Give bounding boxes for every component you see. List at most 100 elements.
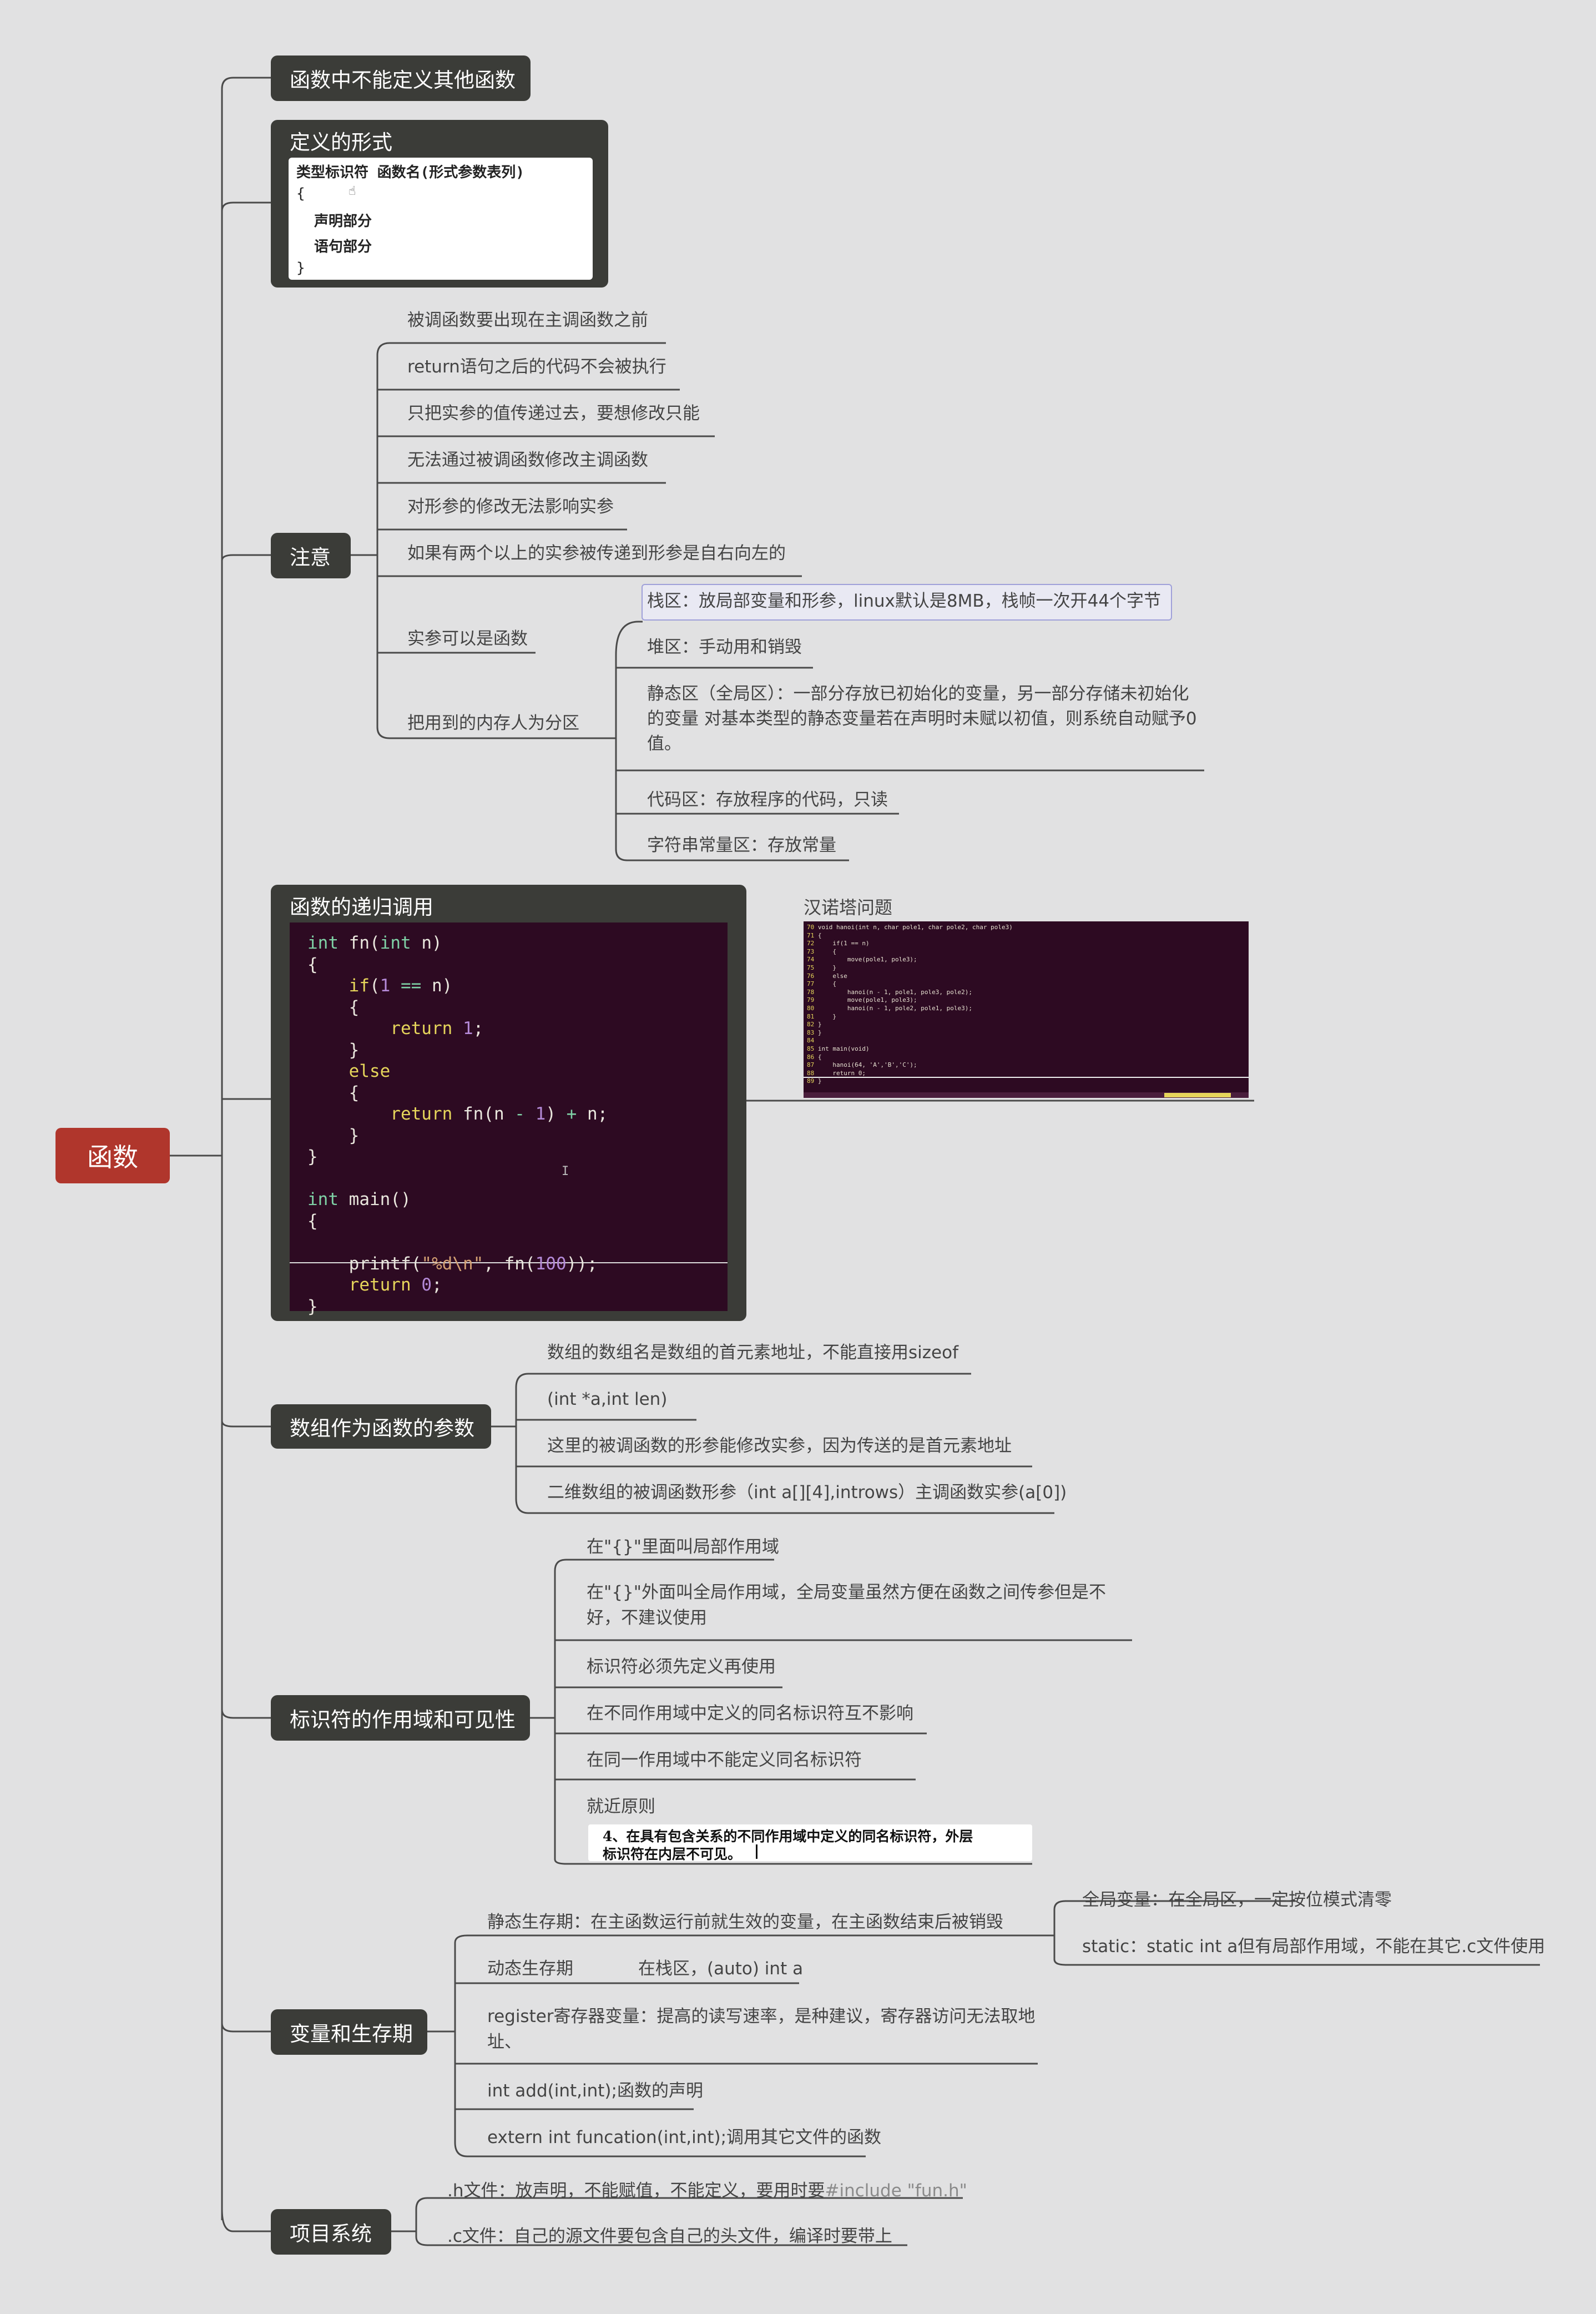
- code-line: }: [307, 1296, 318, 1317]
- note-item[interactable]: 无法通过被调函数修改主调函数: [407, 448, 648, 472]
- memory-area-item[interactable]: 字符串常量区：存放常量: [647, 834, 836, 857]
- note-item[interactable]: 只把实参的值传递过去，要想修改只能: [407, 402, 700, 425]
- code-line: else: [349, 1061, 391, 1081]
- scope-item[interactable]: 在"{}"里面叫局部作用域: [587, 1535, 779, 1559]
- code-line: int main(): [307, 1189, 411, 1209]
- node-lifetime[interactable]: 变量和生存期: [271, 2009, 427, 2055]
- hanoi-code-line: 78 hanoi(n - 1, pole1, pole3, pole2);: [807, 988, 973, 996]
- scope-item[interactable]: 就近原则: [587, 1795, 655, 1818]
- code-line: }: [307, 1147, 318, 1167]
- node-lifetime-label: 变量和生存期: [290, 2022, 413, 2046]
- definition-line: 语句部分: [314, 239, 372, 255]
- project-item-h-text: .h文件：放声明，不能赋值，不能定义，要用时要: [447, 2181, 825, 2201]
- root-node[interactable]: 函数: [55, 1128, 170, 1183]
- scope-item[interactable]: 在"{}"外面叫全局作用域，全局变量虽然方便在函数之间传参但是不好，不建议使用: [587, 1580, 1136, 1631]
- array-item[interactable]: 数组的数组名是数组的首元素地址，不能直接用sizeof: [547, 1341, 958, 1364]
- note-item[interactable]: 把用到的内存人为分区: [407, 712, 579, 735]
- code-line: {: [307, 954, 318, 975]
- note-item[interactable]: 如果有两个以上的实参被传递到形参是自右向左的: [407, 542, 786, 565]
- mind-map: 函数 函数中不能定义其他函数 定义的形式 类型标识符 函数名(形式参数表列) {…: [0, 0, 1596, 2314]
- hanoi-code-line: 87 hanoi(64, 'A','B','C');: [807, 1061, 917, 1069]
- node-project[interactable]: 项目系统: [271, 2209, 391, 2255]
- hanoi-code-line: 85 int main(void): [807, 1045, 870, 1052]
- array-item[interactable]: 这里的被调函数的形参能修改实参，因为传送的是首元素地址: [547, 1434, 1012, 1458]
- node-notes-label: 注意: [290, 546, 331, 569]
- hanoi-code-line: 82 }: [807, 1021, 822, 1029]
- hanoi-code-image: 70 void hanoi(int n, char pole1, char po…: [804, 921, 1249, 1098]
- node-definition-label: 定义的形式: [290, 130, 392, 154]
- node-recursion[interactable]: 函数的递归调用 I int fn(int n){ if(1 == n) { re…: [271, 885, 746, 1321]
- array-item[interactable]: (int *a,int len): [547, 1388, 667, 1411]
- hand-cursor-icon: ☝: [349, 184, 356, 198]
- memory-area-item[interactable]: 堆区：手动用和销毁: [647, 636, 802, 659]
- hanoi-code-line: 75 }: [807, 964, 836, 971]
- image-statusbar: [804, 1092, 1249, 1098]
- node-array-params-label: 数组作为函数的参数: [290, 1416, 474, 1440]
- image-underline: [804, 1077, 1249, 1078]
- code-line: {: [307, 1211, 318, 1231]
- definition-line: 类型标识符 函数名(形式参数表列): [296, 164, 524, 181]
- scope-item[interactable]: 在同一作用域中不能定义同名标识符: [587, 1748, 862, 1772]
- node-notes[interactable]: 注意: [271, 533, 351, 578]
- note-item[interactable]: return语句之后的代码不会被执行: [407, 355, 666, 379]
- project-item-h[interactable]: .h文件：放声明，不能赋值，不能定义，要用时要#include "fun.h": [447, 2179, 967, 2202]
- lifetime-item[interactable]: int add(int,int);函数的声明: [487, 2079, 703, 2103]
- hanoi-code-line: 72 if(1 == n): [807, 940, 870, 947]
- code-line: {: [307, 997, 360, 1017]
- node-no-nested[interactable]: 函数中不能定义其他函数: [271, 56, 531, 101]
- note-item[interactable]: 被调函数要出现在主调函数之前: [407, 309, 648, 332]
- hanoi-code-line: 89 }: [807, 1077, 822, 1085]
- lifetime-item[interactable]: 动态生存期: [487, 1957, 573, 1980]
- node-project-label: 项目系统: [290, 2222, 372, 2246]
- hanoi-code-line: 73 {: [807, 947, 836, 955]
- scope-quote-line: 4、在具有包含关系的不同作用域中定义的同名标识符，外层: [603, 1828, 973, 1844]
- code-line: return 1;: [390, 1019, 484, 1038]
- recursion-code-block: I int fn(int n){ if(1 == n) { return 1; …: [290, 922, 728, 1317]
- note-item[interactable]: 对形参的修改无法影响实参: [407, 495, 614, 518]
- lifetime-item[interactable]: 在栈区，(auto) int a: [638, 1957, 803, 1980]
- hanoi-code-line: 88 return 0;: [807, 1069, 866, 1077]
- code-line: }: [307, 1125, 360, 1146]
- memory-area-item[interactable]: 静态区（全局区）：一部分存放已初始化的变量，另一部分存储未初始化的变量 对基本类…: [647, 682, 1202, 757]
- root-label: 函数: [87, 1142, 138, 1172]
- lifetime-item[interactable]: 静态生存期：在主函数运行前就生效的变量，在主函数结束后被销毁: [487, 1910, 1003, 1934]
- hanoi-code-line: 71 {: [807, 931, 822, 939]
- node-scope[interactable]: 标识符的作用域和可见性: [271, 1695, 530, 1741]
- static-sub-item[interactable]: 全局变量：在全局区，一定按位模式清零: [1082, 1888, 1392, 1912]
- definition-line: 声明部分: [314, 213, 372, 230]
- definition-line: }: [296, 260, 305, 276]
- hanoi-code-line: 84: [807, 1037, 815, 1045]
- project-item-c[interactable]: .c文件：自己的源文件要包含自己的头文件，编译时要带上: [447, 2225, 892, 2248]
- code-line: int fn(int n): [307, 933, 442, 953]
- scope-item[interactable]: 在不同作用域中定义的同名标识符互不影响: [587, 1702, 913, 1725]
- lifetime-item[interactable]: extern int funcation(int,int);调用其它文件的函数: [487, 2126, 881, 2149]
- code-line: {: [307, 1082, 360, 1103]
- text-caret: [756, 1844, 757, 1859]
- scope-item[interactable]: 标识符必须先定义再使用: [587, 1655, 776, 1678]
- code-line: return fn(n - 1) + n;: [390, 1104, 608, 1124]
- hanoi-code-line: 74 move(pole1, pole3);: [807, 956, 917, 964]
- hanoi-caption: 汉诺塔问题: [804, 897, 893, 918]
- hanoi-code-line: 81 }: [807, 1012, 836, 1020]
- scope-quote-line: 标识符在内层不可见。: [603, 1846, 742, 1862]
- memory-area-item[interactable]: 栈区：放局部变量和形参，linux默认是8MB，栈帧一次开44个字节: [647, 589, 1161, 613]
- node-array-params[interactable]: 数组作为函数的参数: [271, 1404, 491, 1449]
- hanoi-code-line: 77 {: [807, 980, 836, 988]
- scope-quote-image: 4、在具有包含关系的不同作用域中定义的同名标识符，外层 标识符在内层不可见。: [588, 1824, 1032, 1862]
- note-item[interactable]: 实参可以是函数: [407, 627, 528, 651]
- lifetime-item[interactable]: register寄存器变量：提高的读写速率，是种建议，寄存器访问无法取地址、: [487, 2004, 1042, 2055]
- node-recursion-label: 函数的递归调用: [290, 895, 433, 919]
- node-scope-label: 标识符的作用域和可见性: [290, 1708, 516, 1732]
- code-line: if(1 == n): [349, 976, 453, 996]
- memory-area-item[interactable]: 代码区：存放程序的代码，只读: [647, 788, 888, 811]
- code-line: printf("%d\n", fn(100));: [307, 1253, 598, 1274]
- hanoi-code-line: 76 else: [807, 972, 847, 980]
- hanoi-code-line: 70 void hanoi(int n, char pole1, char po…: [807, 924, 1013, 931]
- hanoi-code-line: 80 hanoi(n - 1, pole2, pole1, pole3);: [807, 1005, 973, 1012]
- node-definition[interactable]: 定义的形式 类型标识符 函数名(形式参数表列) { ☝ 声明部分 语句部分 }: [271, 120, 608, 288]
- code-line: return 0;: [349, 1275, 442, 1295]
- text-cursor-icon: I: [562, 1164, 569, 1178]
- code-line: }: [307, 1040, 360, 1060]
- static-sub-item[interactable]: static：static int a但有局部作用域，不能在其它.c文件使用: [1082, 1935, 1545, 1958]
- array-item[interactable]: 二维数组的被调函数形参（int a[][4],introws）主调函数实参(a[…: [547, 1481, 1067, 1504]
